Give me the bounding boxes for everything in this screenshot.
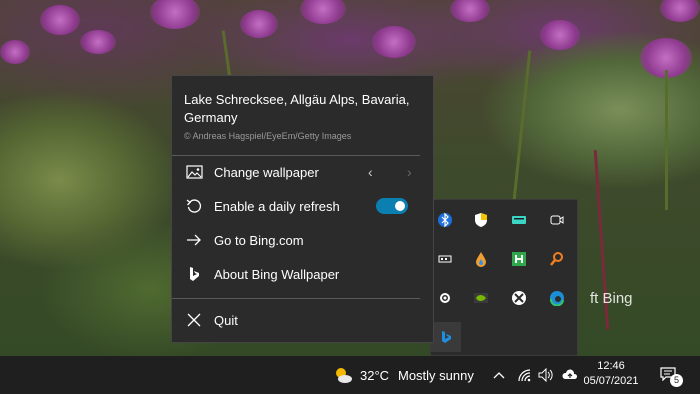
go-to-bing-item[interactable]: Go to Bing.com — [172, 224, 433, 256]
daily-refresh-toggle[interactable] — [376, 198, 408, 214]
weather-temperature[interactable]: 32°C — [360, 366, 389, 384]
daily-refresh-item[interactable]: Enable a daily refresh — [172, 190, 433, 222]
notification-count-badge: 5 — [670, 374, 683, 387]
bing-icon[interactable] — [431, 322, 461, 352]
arrow-right-icon — [185, 231, 203, 249]
bluetooth-icon[interactable] — [435, 210, 455, 230]
tray-overflow-flyout — [430, 199, 578, 356]
keyboard-icon[interactable] — [509, 210, 529, 230]
menu-divider — [172, 298, 420, 299]
menu-item-label: Enable a daily refresh — [214, 198, 340, 214]
wifi-icon[interactable] — [515, 366, 533, 384]
windows-defender-icon[interactable] — [471, 210, 491, 230]
next-wallpaper-icon[interactable]: › — [407, 164, 412, 180]
quit-item[interactable]: Quit — [172, 304, 433, 336]
wallpaper-location: Lake Schrecksee, Allgäu Alps, Bavaria, G… — [184, 92, 410, 125]
toggle-knob — [395, 201, 405, 211]
bing-logo-icon — [185, 265, 203, 283]
weather-sun-cloud-icon[interactable] — [332, 364, 354, 386]
bing-wallpaper-menu: Lake Schrecksee, Allgäu Alps, Bavaria, G… — [171, 75, 434, 343]
edge-icon[interactable] — [547, 288, 567, 308]
onedrive-cloud-icon[interactable] — [560, 366, 580, 384]
about-bing-wallpaper-item[interactable]: About Bing Wallpaper — [172, 258, 433, 290]
weather-condition[interactable]: Mostly sunny — [398, 366, 474, 384]
usb-device-icon[interactable] — [435, 249, 455, 269]
xbox-icon[interactable] — [509, 288, 529, 308]
picture-icon — [185, 163, 203, 181]
camera-icon[interactable] — [547, 210, 567, 230]
change-wallpaper-item[interactable]: Change wallpaper ‹ › — [172, 156, 433, 188]
background-window-text: ft Bing — [590, 290, 633, 307]
chevron-up-icon[interactable] — [490, 366, 508, 384]
refresh-icon — [185, 197, 203, 215]
water-drop-icon[interactable] — [471, 249, 491, 269]
menu-item-label: Quit — [214, 312, 238, 328]
search-app-icon[interactable] — [547, 249, 567, 269]
taskbar-clock[interactable]: 12:46 05/07/2021 — [580, 359, 642, 389]
menu-item-label: About Bing Wallpaper — [214, 266, 340, 282]
menu-item-label: Go to Bing.com — [214, 232, 304, 248]
menu-item-label: Change wallpaper — [214, 164, 319, 180]
close-icon — [185, 311, 203, 329]
settings-gear-icon[interactable] — [435, 288, 455, 308]
nvidia-icon[interactable] — [471, 288, 491, 308]
volume-icon[interactable] — [536, 366, 554, 384]
wallpaper-credit: © Andreas Hagspiel/EyeEm/Getty Images — [184, 131, 352, 141]
clock-time: 12:46 — [597, 360, 625, 372]
previous-wallpaper-icon[interactable]: ‹ — [368, 164, 373, 180]
clock-date: 05/07/2021 — [583, 375, 639, 387]
h-app-icon[interactable] — [509, 249, 529, 269]
